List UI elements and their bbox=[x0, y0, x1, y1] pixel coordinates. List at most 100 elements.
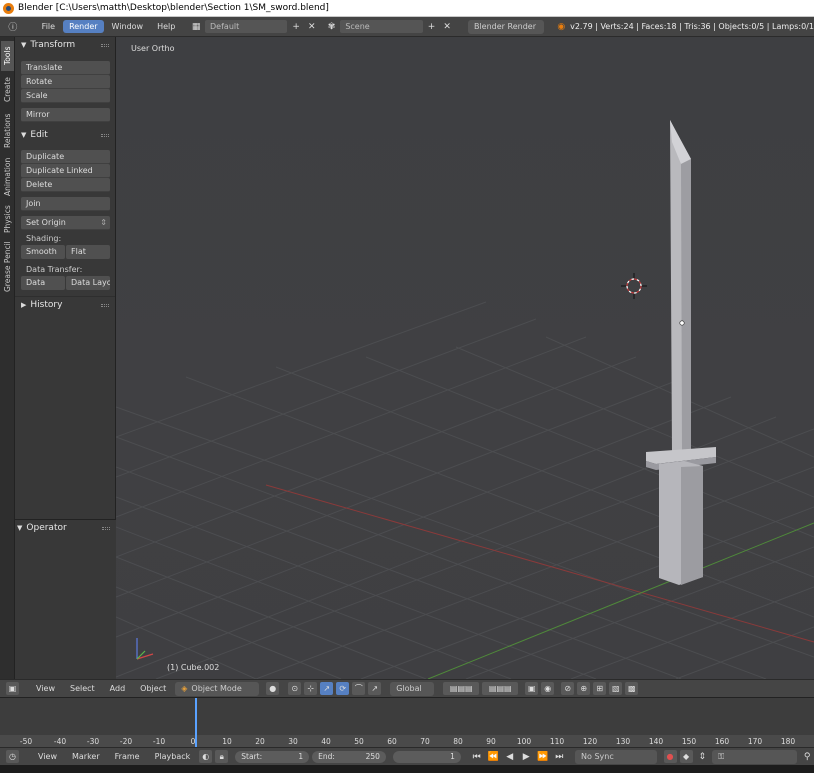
menu-view[interactable]: View bbox=[30, 682, 61, 695]
layer-lock-icon[interactable]: ▣ bbox=[525, 682, 539, 695]
preview-range-icon[interactable]: ◐ bbox=[199, 750, 213, 763]
axis-gizmo-icon bbox=[136, 638, 154, 660]
info-editor-type-icon[interactable]: ⓘ bbox=[6, 20, 20, 34]
auto-keying-icon[interactable]: ● bbox=[663, 750, 677, 763]
info-header: ⓘ File Render Window Help ▦ Default + ✕ … bbox=[0, 17, 814, 37]
editor-type-icon[interactable]: ▣ bbox=[6, 682, 19, 695]
snap-target-icon[interactable]: ⊞ bbox=[593, 682, 607, 695]
menu-file[interactable]: File bbox=[36, 20, 61, 33]
playhead[interactable] bbox=[195, 698, 197, 748]
tl-menu-view[interactable]: View bbox=[32, 750, 63, 763]
operator-panel-header[interactable]: ▼ Operator bbox=[15, 520, 116, 536]
edit-panel-header[interactable]: ▼ Edit bbox=[15, 127, 115, 143]
timeline-track[interactable] bbox=[0, 698, 814, 735]
viewport-shading-icon[interactable]: ● bbox=[266, 682, 280, 695]
add-scene-icon[interactable]: + bbox=[425, 20, 439, 34]
timeline-header: ◷ View Marker Frame Playback ◐ 🔒︎ Start:… bbox=[0, 747, 814, 765]
timeline[interactable]: -50 -40 -30 -20 -10 0 10 20 30 40 50 60 … bbox=[0, 697, 814, 748]
scene-field[interactable]: Scene bbox=[340, 20, 423, 33]
jump-start-icon[interactable]: ⏮ bbox=[470, 750, 484, 764]
keying-set-icon[interactable]: ◆ bbox=[679, 750, 693, 763]
scale-button[interactable]: Scale bbox=[21, 89, 110, 103]
lock-icon[interactable]: 🔒︎ bbox=[215, 750, 229, 763]
menu-help[interactable]: Help bbox=[151, 20, 181, 33]
tick-label: 90 bbox=[486, 737, 496, 746]
menu-object[interactable]: Object bbox=[134, 682, 172, 695]
duplicate-linked-button[interactable]: Duplicate Linked bbox=[21, 164, 110, 178]
tl-menu-playback[interactable]: Playback bbox=[149, 750, 197, 763]
tab-relations[interactable]: Relations bbox=[1, 109, 14, 153]
panel-grip-icon[interactable] bbox=[101, 304, 109, 307]
translate-button[interactable]: Translate bbox=[21, 61, 110, 75]
data-button[interactable]: Data bbox=[21, 276, 65, 290]
scale-manipulator-icon[interactable]: ⌒ bbox=[352, 682, 366, 695]
proportional-edit-icon[interactable]: ⊘ bbox=[561, 682, 575, 695]
key-insert-icon[interactable]: ⚲ bbox=[800, 750, 814, 764]
sync-dropdown[interactable]: No Sync bbox=[575, 749, 657, 764]
scene-icon[interactable]: ✾ bbox=[325, 20, 339, 34]
history-panel-header[interactable]: ▶ History bbox=[15, 296, 115, 312]
menu-add[interactable]: Add bbox=[104, 682, 132, 695]
menu-select[interactable]: Select bbox=[64, 682, 101, 695]
duplicate-button[interactable]: Duplicate bbox=[21, 150, 110, 164]
play-icon[interactable]: ▶ bbox=[519, 750, 533, 764]
rotate-manipulator-icon[interactable]: ⟳ bbox=[336, 682, 350, 695]
jump-end-icon[interactable]: ⏭ bbox=[553, 750, 567, 764]
add-layout-icon[interactable]: + bbox=[289, 20, 303, 34]
panel-grip-icon[interactable] bbox=[102, 527, 110, 530]
y-axis-line bbox=[427, 522, 814, 679]
rotate-button[interactable]: Rotate bbox=[21, 75, 110, 89]
remove-scene-icon[interactable]: ✕ bbox=[440, 20, 454, 34]
tick-label: 70 bbox=[420, 737, 430, 746]
keying-set-field[interactable]: ⚿ bbox=[712, 749, 798, 764]
3d-viewport[interactable]: User Ortho (1) Cube.002 bbox=[116, 37, 814, 679]
opengl-anim-icon[interactable]: ▩ bbox=[625, 682, 639, 695]
set-origin-dropdown[interactable]: Set Origin ⇕ bbox=[21, 216, 110, 230]
tick-label: 170 bbox=[747, 737, 763, 746]
end-frame-field[interactable]: End: 250 bbox=[312, 750, 386, 763]
menu-render[interactable]: Render bbox=[63, 20, 104, 33]
panel-grip-icon[interactable] bbox=[101, 44, 109, 47]
menu-window[interactable]: Window bbox=[106, 20, 150, 33]
join-button[interactable]: Join bbox=[21, 197, 110, 211]
mirror-button[interactable]: Mirror bbox=[21, 108, 110, 122]
snap-icon[interactable]: ⊕ bbox=[577, 682, 591, 695]
opengl-render-icon[interactable]: ▧ bbox=[609, 682, 623, 695]
tab-animation[interactable]: Animation bbox=[1, 155, 14, 199]
layers-group-2-icon[interactable]: ▤▤▤ bbox=[482, 682, 519, 695]
prev-keyframe-icon[interactable]: ⏪ bbox=[486, 750, 500, 764]
pivot-point-icon[interactable]: ⊙ bbox=[288, 682, 302, 695]
tl-menu-frame[interactable]: Frame bbox=[109, 750, 146, 763]
tl-menu-marker[interactable]: Marker bbox=[66, 750, 106, 763]
play-reverse-icon[interactable]: ◀ bbox=[503, 750, 517, 764]
panel-grip-icon[interactable] bbox=[101, 134, 109, 137]
tab-grease-pencil[interactable]: Grease Pencil bbox=[1, 239, 14, 295]
delete-button[interactable]: Delete bbox=[21, 178, 110, 192]
flat-button[interactable]: Flat bbox=[66, 245, 110, 259]
translate-manipulator-icon[interactable]: ↗ bbox=[320, 682, 334, 695]
layers-group-1-icon[interactable]: ▤▤▤ bbox=[443, 682, 480, 695]
current-frame-field[interactable]: 1 bbox=[392, 750, 461, 763]
manipulator-icon[interactable]: ⊹ bbox=[304, 682, 318, 695]
screen-layout-icon[interactable]: ▦ bbox=[189, 20, 203, 34]
arrow-manipulator-icon[interactable]: ↗ bbox=[368, 682, 382, 695]
screen-layout-field[interactable]: Default bbox=[205, 20, 288, 33]
view-name-label: User Ortho bbox=[131, 44, 175, 53]
3d-cursor-icon[interactable] bbox=[621, 273, 647, 299]
smooth-button[interactable]: Smooth bbox=[21, 245, 65, 259]
chevron-down-icon[interactable]: ⇕ bbox=[696, 750, 710, 764]
render-preview-icon[interactable]: ◉ bbox=[541, 682, 555, 695]
render-engine-dropdown[interactable]: Blender Render bbox=[467, 19, 545, 34]
timeline-editor-type-icon[interactable]: ◷ bbox=[6, 750, 19, 763]
next-keyframe-icon[interactable]: ⏩ bbox=[536, 750, 550, 764]
current-frame-value: 1 bbox=[450, 752, 455, 761]
tab-physics[interactable]: Physics bbox=[1, 201, 14, 237]
mode-dropdown[interactable]: ◈ Object Mode bbox=[175, 681, 260, 696]
start-frame-field[interactable]: Start: 1 bbox=[235, 750, 310, 763]
orientation-dropdown[interactable]: Global bbox=[390, 681, 435, 696]
data-layout-button[interactable]: Data Layo bbox=[66, 276, 110, 290]
tab-create[interactable]: Create bbox=[1, 73, 14, 107]
transform-panel-header[interactable]: ▼ Transform bbox=[15, 37, 115, 53]
tab-tools[interactable]: Tools bbox=[1, 41, 14, 71]
remove-layout-icon[interactable]: ✕ bbox=[305, 20, 319, 34]
